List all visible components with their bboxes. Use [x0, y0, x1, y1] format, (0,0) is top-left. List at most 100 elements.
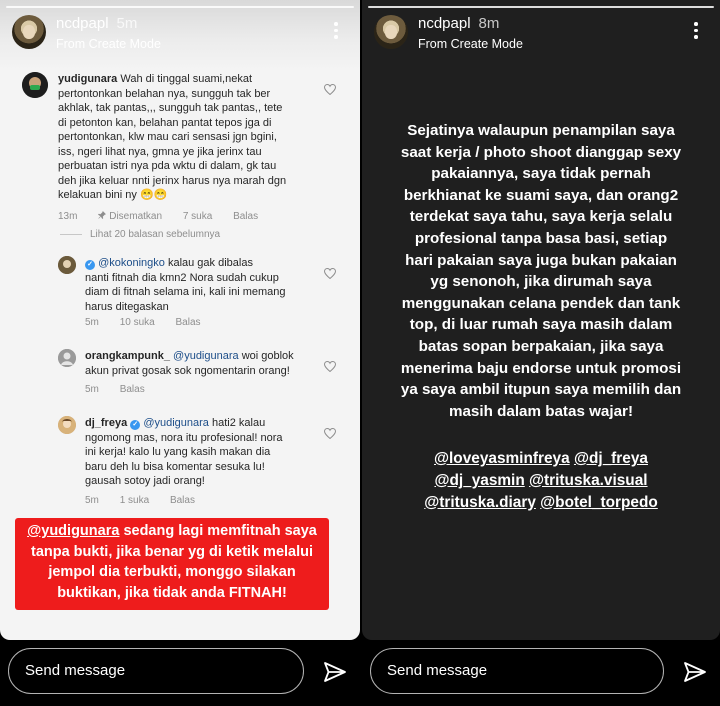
comment-text: yudigunara Wah di tinggal suami,nekat pe… [58, 72, 320, 203]
mention-tag[interactable]: @trituska.diary [424, 494, 536, 511]
mention-tag[interactable]: @trituska.visual [529, 472, 648, 489]
sticker-line: sedang lagi memfitnah saya [119, 523, 317, 539]
create-mode-label: From Create Mode [418, 37, 523, 51]
statement-line: batas sopan berpakaian, jika saya [418, 337, 664, 355]
reply-item: orangkampunk_ @yudigunara woi goblok aku… [58, 349, 344, 399]
left-story-panel: ncdpapl 5m From Create Mode yudigunara Wa… [0, 0, 360, 706]
like-heart-icon[interactable] [324, 361, 336, 372]
send-message-input[interactable]: Send message [8, 648, 304, 694]
comment-line: iss, ngeri lihat nya, gmna ye jika jerin… [58, 145, 262, 158]
comment-age: 5m [85, 317, 99, 328]
mention-tag[interactable]: @dj_freya [574, 450, 648, 467]
comment-line: pertontonkan belahan nya, sungguh tak be… [58, 87, 271, 100]
post-time: 8m [478, 15, 500, 32]
avatar[interactable] [374, 15, 408, 49]
pinned-label: Disematkan [98, 211, 165, 222]
comment-age: 5m [85, 384, 99, 395]
statement-line: profesional tanpa basa basi, setiap [414, 229, 668, 247]
more-options-icon[interactable] [694, 22, 698, 40]
send-icon[interactable] [323, 660, 347, 684]
comment-likes[interactable]: 1 suka [120, 495, 149, 506]
post-time: 5m [116, 15, 138, 32]
comment-line: hati2 kalau [208, 417, 266, 429]
comment-text: ✓ @kokoningko kalau gak dibalas nanti fi… [85, 256, 317, 314]
commenter-avatar[interactable] [58, 256, 76, 274]
comment-meta: 5m 1 suka Balas [85, 494, 213, 509]
story-content[interactable]: ncdpapl 8m From Create Mode Sejatinya wal… [362, 0, 720, 640]
like-heart-icon[interactable] [324, 268, 336, 279]
statement-line: pakaiannya, saya tidak pernah [431, 165, 651, 183]
comment-username[interactable]: yudigunara [58, 73, 117, 85]
reply-button[interactable]: Balas [120, 384, 145, 395]
mention-link[interactable]: @yudigunara [143, 417, 209, 429]
statement-line: berkhianat ke suami saya, dan orang2 [403, 186, 679, 204]
pin-icon [98, 211, 107, 219]
reply-button[interactable]: Balas [176, 317, 201, 328]
comment-meta: 5m 10 suka Balas [85, 316, 219, 331]
reply-item: dj_freya ✓ @yudigunara hati2 kalau ngomo… [58, 416, 344, 506]
sticker-line: tanpa bukti, jika benar yg di ketik mela… [30, 543, 314, 560]
view-previous-replies[interactable]: Lihat 20 balasan sebelumnya [60, 228, 220, 243]
comment-text: dj_freya ✓ @yudigunara hati2 kalau ngomo… [85, 416, 321, 489]
mention-tag[interactable]: @botel_torpedo [540, 494, 658, 511]
comment-line: ini kerja! kalo lu yang kasih makan dia [85, 446, 271, 458]
comment-likes[interactable]: 7 suka [183, 211, 212, 222]
avatar[interactable] [12, 15, 46, 49]
comment-age: 5m [85, 495, 99, 506]
comment-username[interactable]: orangkampunk_ [85, 350, 170, 362]
story-header: ncdpapl 8m From Create Mode [374, 12, 710, 52]
mention-tag[interactable]: @dj_yasmin [434, 472, 524, 489]
comment-line: nanti fitnah dia kmn2 Nora sudah cukup [85, 271, 279, 284]
comment-meta: 13m Disematkan 7 suka Balas [58, 210, 276, 225]
sticker-line: jempol dia terbukti, monggo silakan [48, 564, 296, 580]
mention-link[interactable]: @kokoningko [98, 257, 165, 269]
send-message-input[interactable]: Send message [370, 648, 664, 694]
comment-line: ngomong mas, nora itu profesional! nora [85, 431, 283, 444]
mention-tag[interactable]: @loveyasminfreya [434, 450, 570, 467]
verified-badge-icon: ✓ [130, 420, 141, 430]
comment-line: baru deh lu bisa komentar sesuka lu! [85, 460, 265, 473]
comment-line: di petonton kan, belahan pantat tepos jg… [58, 116, 272, 129]
story-header: ncdpapl 5m From Create Mode [12, 12, 350, 52]
username[interactable]: ncdpapl [56, 15, 109, 32]
text-sticker: @yudigunara sedang lagi memfitnah saya t… [15, 518, 329, 610]
statement-text: Sejatinya walaupun penampilan saya saat … [378, 120, 704, 422]
like-heart-icon[interactable] [324, 84, 336, 95]
commenter-avatar[interactable] [58, 349, 76, 367]
statement-line: Sejatinya walaupun penampilan saya [407, 122, 675, 139]
mention-tags: @loveyasminfreya @dj_freya @dj_yasmin @t… [378, 448, 704, 513]
username-link[interactable]: ncdpapl 5m [56, 15, 137, 32]
comment-line: kelakuan bini ny 😁😁 [58, 189, 168, 201]
create-mode-label: From Create Mode [56, 37, 161, 51]
reply-button[interactable]: Balas [233, 211, 258, 222]
reply-button[interactable]: Balas [170, 495, 195, 506]
statement-line: saat kerja / photo shoot dianggap sexy [400, 143, 682, 161]
comment-line: kalau gak dibalas [164, 257, 253, 269]
comment-line: akun privat gosak sok ngomentarin orang! [85, 364, 290, 377]
story-progress-bar [368, 6, 714, 8]
statement-line: menggunakan celana pendek dan tank [401, 294, 681, 312]
commenter-avatar[interactable] [22, 72, 48, 98]
comment-line: pertontonkan, klw mau cari sensasi jgn b… [58, 131, 277, 143]
right-story-panel: ncdpapl 8m From Create Mode Sejatinya wal… [362, 0, 720, 706]
more-options-icon[interactable] [334, 22, 338, 40]
comment-likes[interactable]: 10 suka [120, 317, 155, 328]
comment-line: deh jika keluar nnti jerinx harus nya ma… [58, 174, 287, 187]
comment-age: 13m [58, 211, 78, 222]
username[interactable]: ncdpapl [418, 15, 471, 32]
comment-line: Wah di tinggal suami,nekat [120, 73, 253, 85]
verified-badge-icon: ✓ [85, 260, 95, 270]
comment-line: gausah sotoy jadi orang! [85, 475, 205, 487]
comment-username[interactable]: dj_freya [85, 417, 127, 429]
comment-line: perbuatan istri nya pda wktu di dalam, g… [58, 160, 277, 172]
like-heart-icon[interactable] [324, 428, 336, 439]
mention-link[interactable]: @yudigunara [27, 523, 119, 539]
comment-line: woi goblok [238, 350, 294, 362]
sticker-line: buktikan, jika tidak anda FITNAH! [57, 584, 287, 601]
mention-link[interactable]: @yudigunara [173, 350, 239, 362]
story-content[interactable]: ncdpapl 5m From Create Mode yudigunara Wa… [0, 0, 360, 640]
comment-item: yudigunara Wah di tinggal suami,nekat pe… [22, 72, 342, 222]
commenter-avatar[interactable] [58, 416, 76, 434]
username-link[interactable]: ncdpapl 8m [418, 15, 499, 32]
send-icon[interactable] [683, 660, 707, 684]
